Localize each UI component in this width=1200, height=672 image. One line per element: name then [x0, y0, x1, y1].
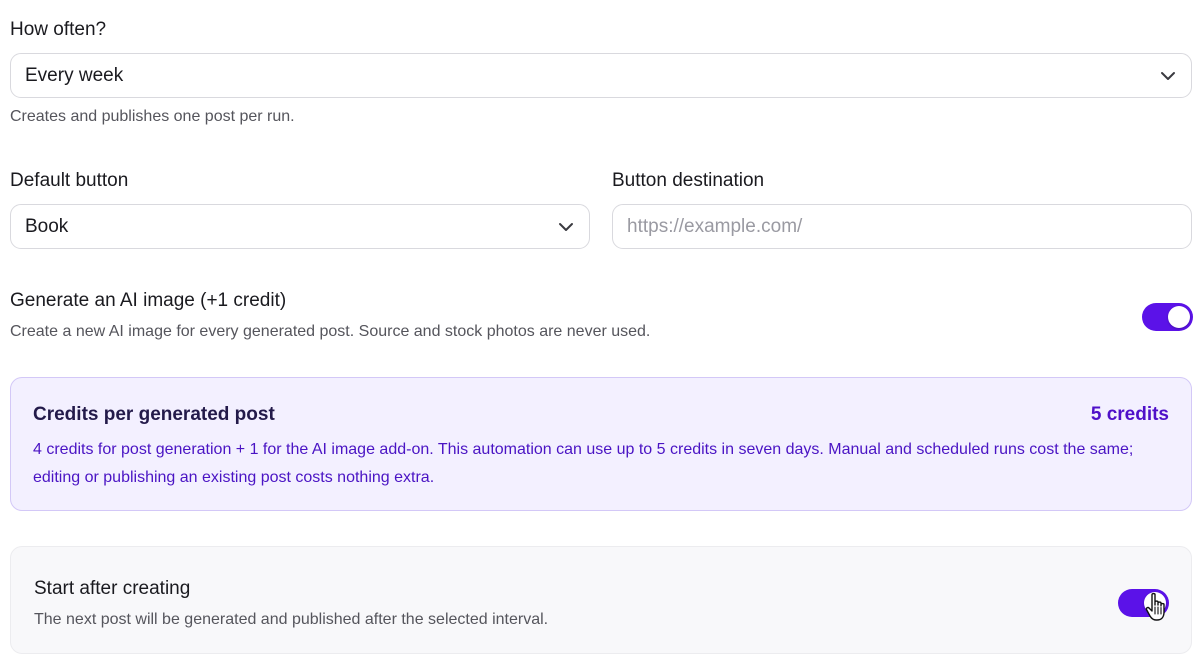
ai-image-helper-text: Create a new AI image for every generate…	[10, 323, 651, 340]
ai-image-label: Generate an AI image (+1 credit)	[10, 290, 287, 311]
frequency-helper-text: Creates and publishes one post per run.	[10, 108, 295, 125]
frequency-selected-value: Every week	[25, 64, 124, 86]
chevron-down-icon	[1159, 67, 1177, 85]
button-destination-label: Button destination	[612, 170, 765, 191]
frequency-select[interactable]: Every week	[10, 53, 1192, 98]
credits-value: 5 credits	[1090, 404, 1169, 425]
automation-settings-form: How often? Every week Creates and publis…	[0, 0, 1200, 672]
button-destination-field	[612, 204, 1192, 249]
frequency-label: How often?	[10, 19, 107, 40]
credits-description: 4 credits for post generation + 1 for th…	[33, 441, 1134, 486]
default-button-selected-value: Book	[25, 215, 69, 237]
default-button-select[interactable]: Book	[10, 204, 590, 249]
ai-image-toggle[interactable]	[1142, 303, 1193, 331]
start-after-creating-panel: Start after creating The next post will …	[10, 546, 1192, 654]
default-button-label: Default button	[10, 170, 129, 191]
hand-pointer-icon	[1144, 592, 1170, 622]
credits-info-panel: Credits per generated post 5 credits 4 c…	[10, 377, 1192, 511]
toggle-knob	[1168, 306, 1190, 328]
button-destination-input[interactable]	[627, 215, 1177, 238]
credits-title: Credits per generated post	[33, 404, 275, 425]
start-after-creating-title: Start after creating	[34, 578, 191, 599]
start-after-creating-helper-text: The next post will be generated and publ…	[34, 611, 549, 628]
chevron-down-icon	[557, 218, 575, 236]
